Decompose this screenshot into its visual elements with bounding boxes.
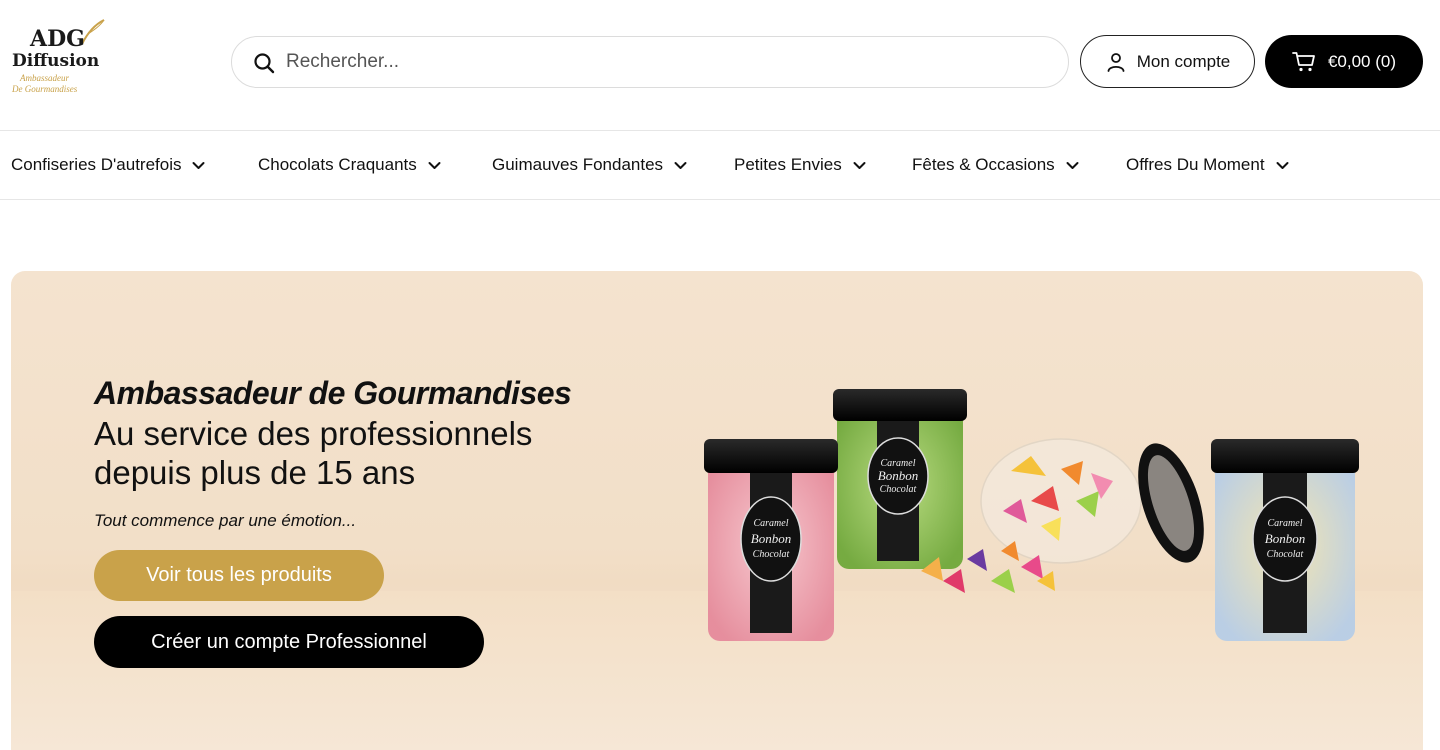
hero-banner: Ambassadeur de Gourmandises Au service d… <box>11 271 1423 750</box>
nav-item-offres[interactable]: Offres Du Moment <box>1126 155 1290 175</box>
site-logo[interactable]: ADG Diffusion Ambassadeur De Gourmandise… <box>10 18 115 104</box>
user-icon <box>1107 52 1125 72</box>
cart-icon <box>1292 51 1315 71</box>
chevron-down-icon <box>674 161 687 169</box>
logo-text-diffusion: Diffusion <box>12 51 100 71</box>
nav-item-chocolats[interactable]: Chocolats Craquants <box>258 155 442 175</box>
logo-text-gourmandises: De Gourmandises <box>12 84 78 94</box>
search-bar[interactable] <box>231 36 1069 88</box>
nav-item-label: Offres Du Moment <box>1126 155 1265 174</box>
candy-jars-image: Caramel Bonbon Chocolat Caramel Bonbon C… <box>704 389 1359 641</box>
nav-item-guimauves[interactable]: Guimauves Fondantes <box>492 155 688 175</box>
svg-text:Bonbon: Bonbon <box>878 468 918 483</box>
chevron-down-icon <box>1276 161 1289 169</box>
svg-text:Chocolat: Chocolat <box>1267 549 1304 560</box>
nav-item-label: Fêtes & Occasions <box>912 155 1055 174</box>
svg-text:Chocolat: Chocolat <box>880 484 917 495</box>
create-pro-account-button[interactable]: Créer un compte Professionnel <box>94 616 484 668</box>
svg-text:Caramel: Caramel <box>754 518 789 529</box>
svg-text:Chocolat: Chocolat <box>753 549 790 560</box>
nav-item-label: Confiseries D'autrefois <box>11 155 182 174</box>
account-button[interactable]: Mon compte <box>1080 35 1255 88</box>
chevron-down-icon <box>1066 161 1079 169</box>
search-input[interactable] <box>286 47 1046 77</box>
account-label: Mon compte <box>1136 51 1231 71</box>
hero-kicker: Ambassadeur de Gourmandises <box>94 375 572 411</box>
svg-text:Bonbon: Bonbon <box>751 531 791 546</box>
search-icon[interactable] <box>253 52 275 74</box>
pastel-candy-jar: Caramel Bonbon Chocolat <box>1211 439 1359 641</box>
hero-tagline: Tout commence par une émotion... <box>94 511 357 530</box>
view-all-products-button[interactable]: Voir tous les produits <box>94 550 384 601</box>
svg-text:Bonbon: Bonbon <box>1265 531 1305 546</box>
svg-text:Caramel: Caramel <box>1268 518 1303 529</box>
cart-total: €0,00 (0) <box>1327 51 1397 71</box>
main-navigation: Confiseries D'autrefois Chocolats Craqua… <box>0 130 1440 200</box>
nav-item-fetes[interactable]: Fêtes & Occasions <box>912 155 1080 175</box>
site-header: ADG Diffusion Ambassadeur De Gourmandise… <box>0 0 1440 130</box>
nav-item-label: Chocolats Craquants <box>258 155 417 174</box>
cart-button[interactable]: €0,00 (0) <box>1265 35 1423 88</box>
chevron-down-icon <box>853 161 866 169</box>
pink-candy-jar: Caramel Bonbon Chocolat <box>704 439 838 641</box>
tipped-candy-jar <box>921 438 1204 593</box>
chevron-down-icon <box>428 161 441 169</box>
green-candy-jar: Caramel Bonbon Chocolat <box>833 389 967 569</box>
logo-text-adg: ADG <box>30 26 85 52</box>
nav-item-label: Guimauves Fondantes <box>492 155 664 174</box>
logo-text-ambassadeur: Ambassadeur <box>20 73 69 83</box>
nav-item-petites-envies[interactable]: Petites Envies <box>734 155 867 175</box>
hero-title-line2: depuis plus de 15 ans <box>94 454 416 491</box>
nav-item-confiseries[interactable]: Confiseries D'autrefois <box>11 155 206 175</box>
nav-item-label: Petites Envies <box>734 155 842 174</box>
chevron-down-icon <box>192 161 205 169</box>
hero-title-line1: Au service des professionnels <box>94 415 533 452</box>
